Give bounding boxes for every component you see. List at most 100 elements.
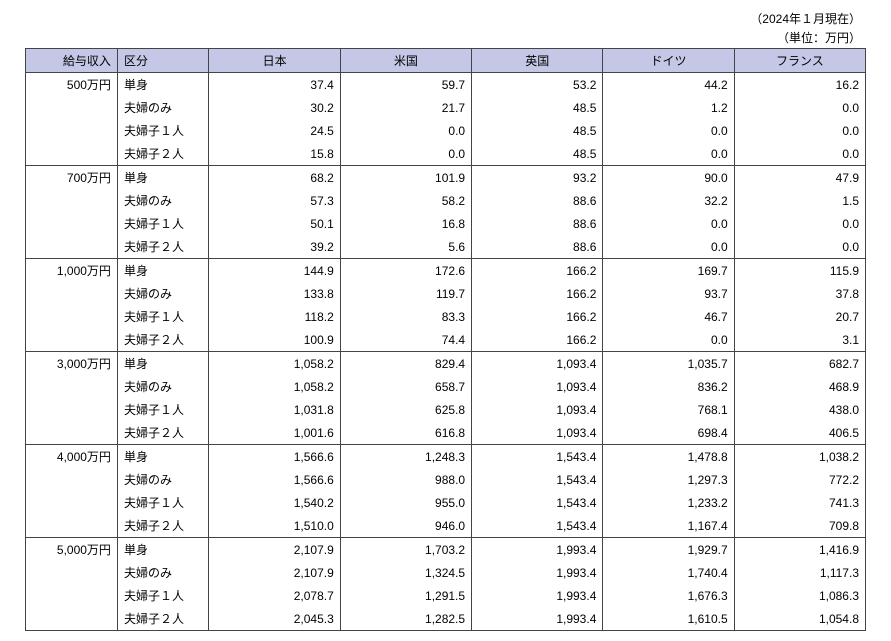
cell-value: 836.2 <box>603 375 734 398</box>
cell-value: 1,566.6 <box>209 468 340 491</box>
cell-value: 0.0 <box>340 142 471 166</box>
cell-value: 37.4 <box>209 73 340 97</box>
note-unit: （単位：万円） <box>25 29 866 46</box>
cell-category: 夫婦子１人 <box>117 491 209 514</box>
cell-value: 1,058.2 <box>209 375 340 398</box>
cell-value: 1,248.3 <box>340 445 471 469</box>
cell-value: 1,740.4 <box>603 561 734 584</box>
cell-value: 166.2 <box>472 282 603 305</box>
cell-category: 夫婦のみ <box>117 468 209 491</box>
cell-income <box>26 142 118 166</box>
header-uk: 英国 <box>472 49 603 73</box>
cell-value: 1,291.5 <box>340 584 471 607</box>
cell-category: 夫婦子２人 <box>117 607 209 631</box>
table-row: 700万円単身68.2101.993.290.047.9 <box>26 166 866 190</box>
table-row: 夫婦子２人2,045.31,282.51,993.41,610.51,054.8 <box>26 607 866 631</box>
cell-income <box>26 96 118 119</box>
cell-value: 1,703.2 <box>340 538 471 562</box>
cell-value: 2,107.9 <box>209 538 340 562</box>
cell-income <box>26 491 118 514</box>
cell-value: 47.9 <box>734 166 865 190</box>
cell-category: 単身 <box>117 259 209 283</box>
cell-value: 829.4 <box>340 352 471 376</box>
cell-value: 682.7 <box>734 352 865 376</box>
table-row: 夫婦子２人15.80.048.50.00.0 <box>26 142 866 166</box>
cell-value: 741.3 <box>734 491 865 514</box>
header-usa: 米国 <box>340 49 471 73</box>
header-row: 給与収入 区分 日本 米国 英国 ドイツ フランス <box>26 49 866 73</box>
cell-value: 1,993.4 <box>472 538 603 562</box>
cell-value: 1,543.4 <box>472 514 603 538</box>
cell-value: 1,543.4 <box>472 468 603 491</box>
table-row: 3,000万円単身1,058.2829.41,093.41,035.7682.7 <box>26 352 866 376</box>
cell-value: 68.2 <box>209 166 340 190</box>
cell-value: 468.9 <box>734 375 865 398</box>
cell-value: 1,086.3 <box>734 584 865 607</box>
header-income: 給与収入 <box>26 49 118 73</box>
table-row: 4,000万円単身1,566.61,248.31,543.41,478.81,0… <box>26 445 866 469</box>
cell-value: 46.7 <box>603 305 734 328</box>
cell-value: 1,093.4 <box>472 398 603 421</box>
header-category: 区分 <box>117 49 209 73</box>
cell-value: 1,676.3 <box>603 584 734 607</box>
cell-value: 133.8 <box>209 282 340 305</box>
cell-category: 夫婦のみ <box>117 189 209 212</box>
cell-category: 単身 <box>117 73 209 97</box>
header-japan: 日本 <box>209 49 340 73</box>
cell-value: 0.0 <box>734 119 865 142</box>
cell-value: 1,233.2 <box>603 491 734 514</box>
cell-value: 1,058.2 <box>209 352 340 376</box>
cell-value: 30.2 <box>209 96 340 119</box>
table-row: 夫婦子１人24.50.048.50.00.0 <box>26 119 866 142</box>
cell-income <box>26 189 118 212</box>
cell-value: 166.2 <box>472 305 603 328</box>
cell-income <box>26 212 118 235</box>
cell-value: 59.7 <box>340 73 471 97</box>
cell-value: 1,093.4 <box>472 352 603 376</box>
cell-value: 90.0 <box>603 166 734 190</box>
cell-value: 48.5 <box>472 142 603 166</box>
cell-value: 83.3 <box>340 305 471 328</box>
cell-value: 0.0 <box>340 119 471 142</box>
cell-value: 166.2 <box>472 328 603 352</box>
cell-income <box>26 235 118 259</box>
cell-income <box>26 282 118 305</box>
table-row: 夫婦のみ30.221.748.51.20.0 <box>26 96 866 119</box>
cell-category: 夫婦のみ <box>117 561 209 584</box>
cell-income <box>26 584 118 607</box>
cell-category: 夫婦子２人 <box>117 421 209 445</box>
cell-value: 1,929.7 <box>603 538 734 562</box>
cell-value: 988.0 <box>340 468 471 491</box>
cell-value: 101.9 <box>340 166 471 190</box>
cell-value: 57.3 <box>209 189 340 212</box>
cell-income <box>26 305 118 328</box>
table-row: 1,000万円単身144.9172.6166.2169.7115.9 <box>26 259 866 283</box>
cell-category: 夫婦のみ <box>117 375 209 398</box>
cell-value: 0.0 <box>734 96 865 119</box>
cell-income <box>26 398 118 421</box>
cell-value: 1,478.8 <box>603 445 734 469</box>
cell-value: 48.5 <box>472 119 603 142</box>
table-row: 夫婦子２人1,001.6616.81,093.4698.4406.5 <box>26 421 866 445</box>
cell-value: 21.7 <box>340 96 471 119</box>
cell-value: 1,416.9 <box>734 538 865 562</box>
table-row: 500万円単身37.459.753.244.216.2 <box>26 73 866 97</box>
cell-income: 1,000万円 <box>26 259 118 283</box>
cell-value: 5.6 <box>340 235 471 259</box>
cell-value: 39.2 <box>209 235 340 259</box>
table-row: 夫婦のみ133.8119.7166.293.737.8 <box>26 282 866 305</box>
cell-value: 1,167.4 <box>603 514 734 538</box>
cell-value: 16.8 <box>340 212 471 235</box>
cell-value: 144.9 <box>209 259 340 283</box>
cell-value: 115.9 <box>734 259 865 283</box>
cell-value: 0.0 <box>603 119 734 142</box>
table-row: 夫婦のみ1,566.6988.01,543.41,297.3772.2 <box>26 468 866 491</box>
cell-value: 15.8 <box>209 142 340 166</box>
cell-value: 1,054.8 <box>734 607 865 631</box>
cell-income <box>26 468 118 491</box>
table-row: 夫婦のみ1,058.2658.71,093.4836.2468.9 <box>26 375 866 398</box>
cell-value: 0.0 <box>603 142 734 166</box>
cell-value: 88.6 <box>472 212 603 235</box>
cell-value: 1.2 <box>603 96 734 119</box>
cell-value: 1,038.2 <box>734 445 865 469</box>
